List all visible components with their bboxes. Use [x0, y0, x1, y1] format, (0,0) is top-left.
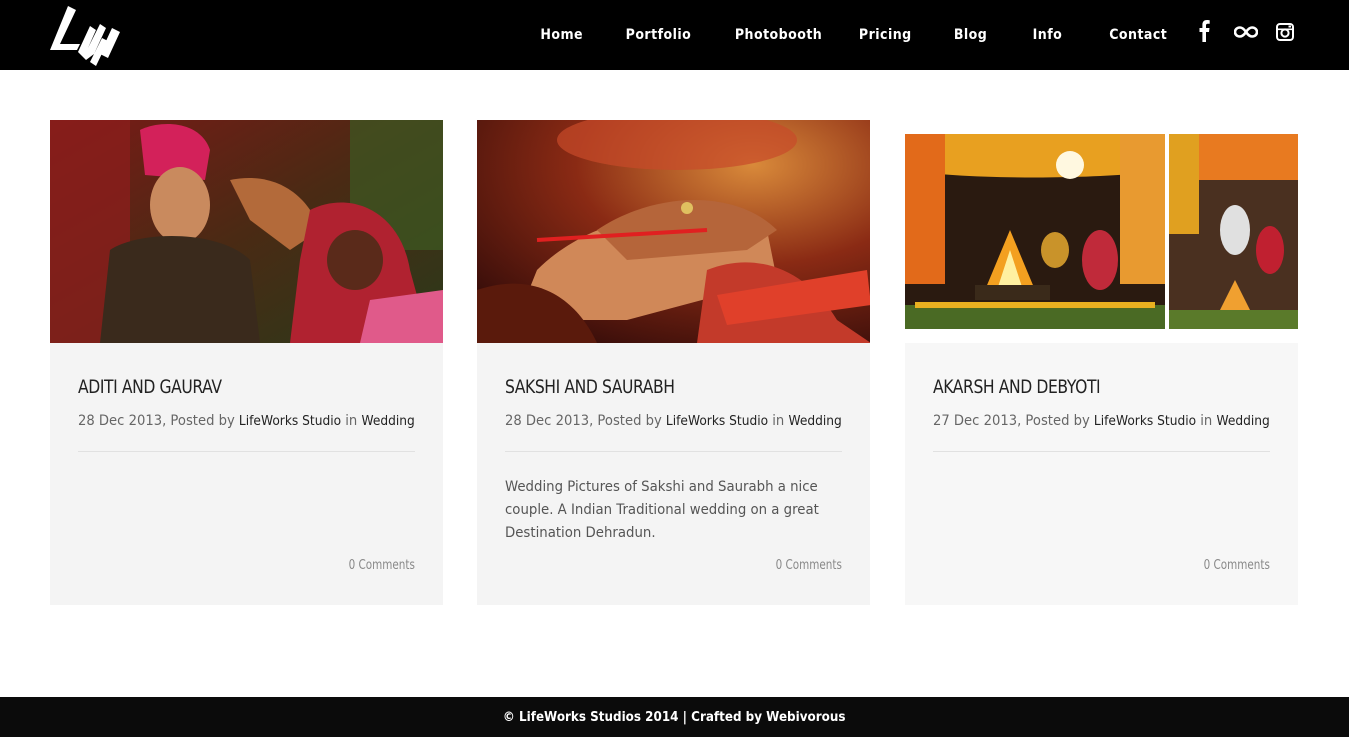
divider: [933, 451, 1270, 452]
post-excerpt: Wedding Pictures of Sakshi and Saurabh a…: [505, 479, 819, 541]
post-meta: 28 Dec 2013, Posted by LifeWorks Studio …: [505, 413, 842, 429]
post-author-link[interactable]: LifeWorks Studio: [1094, 414, 1196, 429]
nav-info[interactable]: Info: [1033, 27, 1063, 43]
post-title[interactable]: SAKSHI AND SAURABH: [505, 376, 675, 398]
divider: [78, 451, 415, 452]
post-comments-link[interactable]: 0 Comments: [349, 558, 415, 573]
post-thumbnail[interactable]: [905, 120, 1298, 343]
post-meta: 27 Dec 2013, Posted by LifeWorks Studio …: [933, 413, 1270, 429]
nav-photobooth[interactable]: Photobooth: [735, 27, 822, 43]
nav-blog[interactable]: Blog: [954, 27, 987, 43]
post-date: 27 Dec 2013, Posted by: [933, 413, 1090, 429]
post-date: 28 Dec 2013, Posted by: [505, 413, 662, 429]
post-card: SAKSHI AND SAURABH 28 Dec 2013, Posted b…: [477, 120, 870, 605]
post-meta: 28 Dec 2013, Posted by LifeWorks Studio …: [78, 413, 415, 429]
post-title[interactable]: ADITI AND GAURAV: [78, 376, 222, 398]
post-comments-link[interactable]: 0 Comments: [776, 558, 842, 573]
post-category-link[interactable]: Wedding: [788, 414, 841, 429]
post-category-link[interactable]: Wedding: [1216, 414, 1269, 429]
site-footer: © LifeWorks Studios 2014 | Crafted by We…: [0, 697, 1349, 737]
footer-copyright: © LifeWorks Studios 2014 | Crafted by We…: [503, 709, 846, 725]
post-title[interactable]: AKARSH AND DEBYOTI: [933, 376, 1101, 398]
nav-home[interactable]: Home: [540, 27, 583, 43]
facebook-icon[interactable]: [1198, 20, 1210, 46]
divider: [505, 451, 842, 452]
site-header: Home Portfolio Photobooth Pricing Blog I…: [0, 0, 1349, 70]
post-in-label: in: [772, 413, 785, 429]
post-author-link[interactable]: LifeWorks Studio: [666, 414, 768, 429]
post-card: AKARSH AND DEBYOTI 27 Dec 2013, Posted b…: [905, 120, 1298, 605]
post-thumbnail[interactable]: [477, 120, 870, 343]
nav-pricing[interactable]: Pricing: [859, 27, 912, 43]
lifeworks-logo[interactable]: [50, 4, 122, 66]
post-category-link[interactable]: Wedding: [361, 414, 414, 429]
post-in-label: in: [345, 413, 358, 429]
post-card: ADITI AND GAURAV 28 Dec 2013, Posted by …: [50, 120, 443, 605]
nav-contact[interactable]: Contact: [1109, 27, 1167, 43]
post-in-label: in: [1200, 413, 1213, 429]
post-author-link[interactable]: LifeWorks Studio: [239, 414, 341, 429]
flickr-infinity-icon[interactable]: [1234, 26, 1258, 52]
post-thumbnail[interactable]: [50, 120, 443, 343]
instagram-icon[interactable]: [1276, 23, 1294, 49]
post-comments-link[interactable]: 0 Comments: [1204, 558, 1270, 573]
post-date: 28 Dec 2013, Posted by: [78, 413, 235, 429]
nav-portfolio[interactable]: Portfolio: [626, 27, 692, 43]
